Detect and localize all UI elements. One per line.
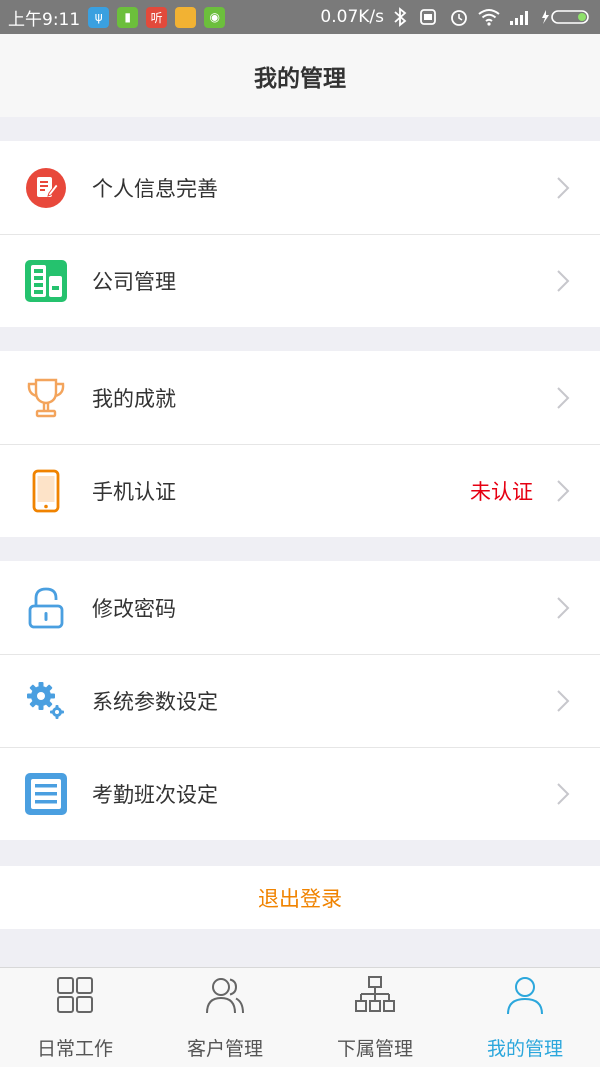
list-document-icon [22, 770, 70, 818]
menu-item-achievement[interactable]: 我的成就 [0, 351, 600, 444]
menu-item-label: 考勤班次设定 [92, 783, 218, 807]
tab-daily-work[interactable]: 日常工作 [0, 968, 150, 1067]
phone-icon [22, 467, 70, 515]
chevron-right-icon [557, 270, 570, 292]
bottom-tabbar: 日常工作 客户管理 下属管理 我的管理 [0, 967, 600, 1067]
menu-group-achievement: 我的成就 手机认证 未认证 [0, 351, 600, 537]
menu-group-profile: 个人信息完善 公司管理 [0, 141, 600, 327]
menu-item-label: 手机认证 [92, 480, 176, 504]
alarm-icon [451, 10, 467, 26]
user-icon [507, 977, 543, 1015]
tab-customers[interactable]: 客户管理 [150, 968, 300, 1067]
listen-app-icon: 听 [146, 6, 168, 28]
tab-label: 下属管理 [336, 1038, 413, 1060]
battery-icon [542, 10, 589, 24]
chevron-right-icon [557, 480, 570, 502]
vibrate-icon [420, 9, 436, 25]
menu-item-label: 修改密码 [92, 596, 176, 621]
chevron-right-icon [557, 596, 570, 619]
gear-icon [22, 677, 70, 725]
network-speed: 0.07K/s [320, 7, 384, 27]
menu-group-settings: 修改密码 系统参数设定 考勤班次设定 [0, 561, 600, 840]
grid-icon [57, 977, 93, 1013]
folder-app-icon [175, 6, 197, 28]
menu-item-company[interactable]: 公司管理 [0, 234, 600, 327]
logout-button[interactable]: 退出登录 [0, 866, 600, 929]
chevron-right-icon [557, 783, 570, 805]
chevron-right-icon [557, 690, 570, 712]
page-title: 我的管理 [254, 65, 346, 92]
wifi-icon [478, 9, 500, 26]
tab-label: 客户管理 [186, 1038, 263, 1060]
tab-label: 日常工作 [36, 1038, 113, 1060]
signal-icon [510, 11, 528, 25]
status-bar: 上午9:11 ψ ▮ 听 ◉ 0.07K/s [0, 0, 600, 34]
menu-item-label: 我的成就 [92, 386, 176, 411]
android-icon: ◉ [204, 6, 226, 28]
tab-subordinates[interactable]: 下属管理 [300, 968, 450, 1067]
chevron-right-icon [557, 176, 570, 199]
customers-icon [206, 978, 244, 1014]
menu-item-system-settings[interactable]: 系统参数设定 [0, 654, 600, 747]
trophy-icon [22, 374, 70, 422]
logout-label: 退出登录 [258, 886, 342, 911]
menu-item-phone-verify[interactable]: 手机认证 未认证 [0, 444, 600, 537]
header: 我的管理 [0, 34, 600, 117]
company-building-icon [22, 257, 70, 305]
menu-item-label: 公司管理 [92, 270, 176, 294]
menu-item-profile[interactable]: 个人信息完善 [0, 141, 600, 234]
org-chart-icon [355, 976, 395, 1012]
status-time: 上午9:11 [8, 9, 81, 30]
chevron-right-icon [557, 386, 570, 409]
menu-item-attendance-shift[interactable]: 考勤班次设定 [0, 747, 600, 840]
bluetooth-icon [394, 7, 407, 27]
usb-icon: ψ [88, 6, 110, 28]
unlock-icon [22, 584, 70, 632]
verification-status-badge: 未认证 [470, 480, 533, 504]
menu-item-label: 系统参数设定 [92, 690, 218, 714]
tab-label: 我的管理 [486, 1038, 563, 1060]
menu-item-change-password[interactable]: 修改密码 [0, 561, 600, 654]
menu-item-label: 个人信息完善 [92, 176, 218, 201]
battery-app-icon: ▮ [117, 6, 139, 28]
tab-my-management[interactable]: 我的管理 [450, 968, 600, 1067]
profile-edit-icon [22, 164, 70, 212]
